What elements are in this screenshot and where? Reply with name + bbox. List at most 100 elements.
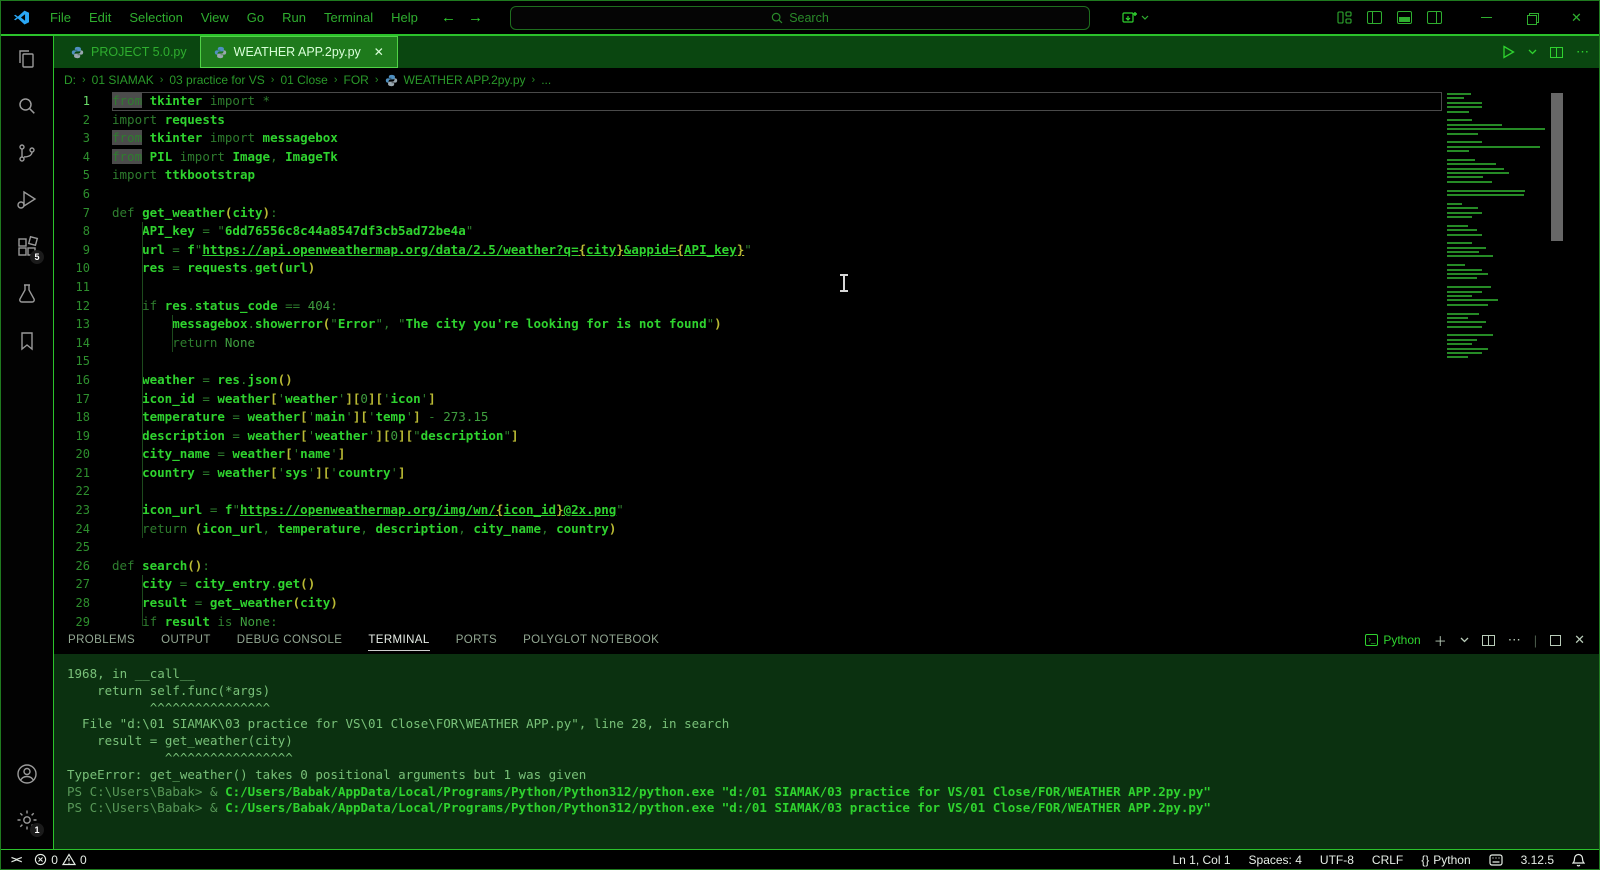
back-arrow-icon[interactable]: ←	[441, 9, 456, 26]
breadcrumb-item[interactable]: 01 Close	[280, 73, 327, 87]
encoding[interactable]: UTF-8	[1320, 853, 1354, 867]
breadcrumb-item[interactable]: FOR	[343, 73, 368, 87]
code-line[interactable]: import ttkbootstrap	[112, 166, 1442, 185]
toggle-secondary-sidebar-icon[interactable]	[1427, 11, 1442, 24]
settings-gear-icon[interactable]: 1	[14, 807, 40, 833]
toggle-panel-icon[interactable]	[1397, 11, 1412, 24]
code-line[interactable]: res = requests.get(url)	[112, 259, 1442, 278]
panel-tab-debug-console[interactable]: DEBUG CONSOLE	[237, 630, 343, 651]
python-version[interactable]: 3.12.5	[1521, 853, 1554, 867]
code-line[interactable]: messagebox.showerror("Error", "The city …	[112, 315, 1442, 334]
menu-item-go[interactable]: Go	[238, 7, 273, 28]
panel-tab-problems[interactable]: PROBLEMS	[68, 630, 135, 651]
code-line[interactable]: return (icon_url, temperature, descripti…	[112, 520, 1442, 539]
code-line[interactable]	[112, 185, 1442, 204]
menu-item-file[interactable]: File	[41, 7, 80, 28]
eol-sequence[interactable]: CRLF	[1372, 853, 1403, 867]
code-line[interactable]: temperature = weather['main']['temp'] - …	[112, 408, 1442, 427]
terminal-output[interactable]: 1968, in __call__ return self.func(*args…	[54, 654, 1599, 849]
breadcrumb-item[interactable]: 01 SIAMAK	[92, 73, 154, 87]
code-line[interactable]: country = weather['sys']['country']	[112, 464, 1442, 483]
terminal-dropdown-chevron-icon[interactable]	[1460, 637, 1469, 643]
split-terminal-icon[interactable]	[1482, 635, 1495, 646]
code-line[interactable]: icon_id = weather['weather'][0]['icon']	[112, 390, 1442, 409]
split-editor-icon[interactable]	[1550, 47, 1563, 58]
menu-item-selection[interactable]: Selection	[120, 7, 191, 28]
minimap[interactable]	[1447, 93, 1547, 365]
notifications-bell-icon[interactable]	[1572, 853, 1585, 867]
code-line[interactable]: if result is None:	[112, 613, 1442, 626]
toggle-primary-sidebar-icon[interactable]	[1367, 11, 1382, 24]
close-panel-icon[interactable]: ✕	[1574, 632, 1585, 648]
run-python-file-button[interactable]	[1502, 45, 1515, 59]
editor-scrollbar[interactable]	[1547, 92, 1599, 626]
panel-tab-ports[interactable]: PORTS	[456, 630, 497, 651]
code-editor[interactable]: 1234567891011121314151617181920212223242…	[54, 92, 1599, 626]
panel-tab-polyglot-notebook[interactable]: POLYGLOT NOTEBOOK	[523, 630, 659, 651]
breadcrumb-item[interactable]: D:	[64, 73, 76, 87]
customize-layout-icon[interactable]	[1337, 11, 1352, 24]
problems-status[interactable]: 0 0	[34, 853, 86, 867]
run-dropdown-chevron-icon[interactable]	[1528, 49, 1537, 55]
close-window-button[interactable]: ✕	[1554, 1, 1599, 34]
code-line[interactable]: from tkinter import messagebox	[112, 129, 1442, 148]
accounts-icon[interactable]	[14, 761, 40, 787]
indentation[interactable]: Spaces: 4	[1249, 853, 1302, 867]
tab-close-icon[interactable]: ✕	[374, 45, 384, 59]
code-line[interactable]: def search():	[112, 557, 1442, 576]
forward-arrow-icon[interactable]: →	[468, 9, 483, 26]
code-line[interactable]	[112, 538, 1442, 557]
cursor-position[interactable]: Ln 1, Col 1	[1172, 853, 1230, 867]
code-line[interactable]: icon_url = f"https://openweathermap.org/…	[112, 501, 1442, 520]
code-line[interactable]: city = city_entry.get()	[112, 575, 1442, 594]
testing-icon[interactable]	[14, 281, 40, 307]
editor-more-actions-icon[interactable]: ⋯	[1576, 44, 1589, 60]
code-line[interactable]	[112, 352, 1442, 371]
maximize-panel-icon[interactable]	[1550, 635, 1561, 646]
language-mode[interactable]: {} Python	[1421, 853, 1470, 867]
code-line[interactable]: API_key = "6dd76556c8c44a8547df3cb5ad72b…	[112, 222, 1442, 241]
search-view-icon[interactable]	[14, 93, 40, 119]
restore-button[interactable]	[1509, 1, 1554, 34]
breadcrumb-item[interactable]: 03 practice for VS	[169, 73, 264, 87]
code-line[interactable]: url = f"https://api.openweathermap.org/d…	[112, 241, 1442, 260]
breadcrumb-item[interactable]: WEATHER APP.2py.py	[404, 73, 526, 87]
code-line[interactable]: result = get_weather(city)	[112, 594, 1442, 613]
search-input[interactable]: Search	[510, 6, 1090, 30]
code-line[interactable]: city_name = weather['name']	[112, 445, 1442, 464]
menu-item-edit[interactable]: Edit	[80, 7, 120, 28]
source-control-icon[interactable]	[14, 140, 40, 166]
terminal-more-actions-icon[interactable]: ⋯	[1508, 632, 1521, 648]
editor-tab[interactable]: WEATHER APP.2py.py✕	[200, 36, 398, 68]
bookmarks-icon[interactable]	[14, 328, 40, 354]
extension-status-icon[interactable]	[1489, 854, 1503, 866]
extensions-icon[interactable]: 5	[14, 234, 40, 260]
panel-tab-output[interactable]: OUTPUT	[161, 630, 211, 651]
new-terminal-button[interactable]: ＋	[1434, 631, 1447, 650]
remote-indicator[interactable]: ><	[11, 853, 20, 866]
code-line[interactable]: description = weather['weather'][0]["des…	[112, 427, 1442, 446]
code-line[interactable]: weather = res.json()	[112, 371, 1442, 390]
explorer-icon[interactable]	[14, 46, 40, 72]
menu-item-terminal[interactable]: Terminal	[315, 7, 382, 28]
menu-item-run[interactable]: Run	[273, 7, 315, 28]
panel-tab-terminal[interactable]: TERMINAL	[368, 630, 429, 651]
code-line[interactable]	[112, 278, 1442, 297]
code-line[interactable]: if res.status_code == 404:	[112, 297, 1442, 316]
menu-item-help[interactable]: Help	[382, 7, 427, 28]
editor-tab[interactable]: PROJECT 5.0.py	[58, 36, 200, 68]
code-line[interactable]: from PIL import Image, ImageTk	[112, 148, 1442, 167]
terminal-profile-label[interactable]: ›_ Python	[1365, 633, 1420, 647]
code-line[interactable]: import requests	[112, 111, 1442, 130]
scrollbar-thumb[interactable]	[1551, 93, 1563, 241]
code-line[interactable]: from tkinter import *	[112, 92, 1442, 111]
code-line[interactable]: def get_weather(city):	[112, 204, 1442, 223]
run-debug-icon[interactable]	[14, 187, 40, 213]
device-sync-button[interactable]	[1122, 11, 1149, 25]
code-line[interactable]: return None	[112, 334, 1442, 353]
code-line[interactable]	[112, 482, 1442, 501]
minimize-button[interactable]	[1464, 1, 1509, 34]
breadcrumb-item[interactable]: ...	[541, 73, 551, 87]
code-token: country	[142, 465, 195, 480]
menu-item-view[interactable]: View	[192, 7, 238, 28]
